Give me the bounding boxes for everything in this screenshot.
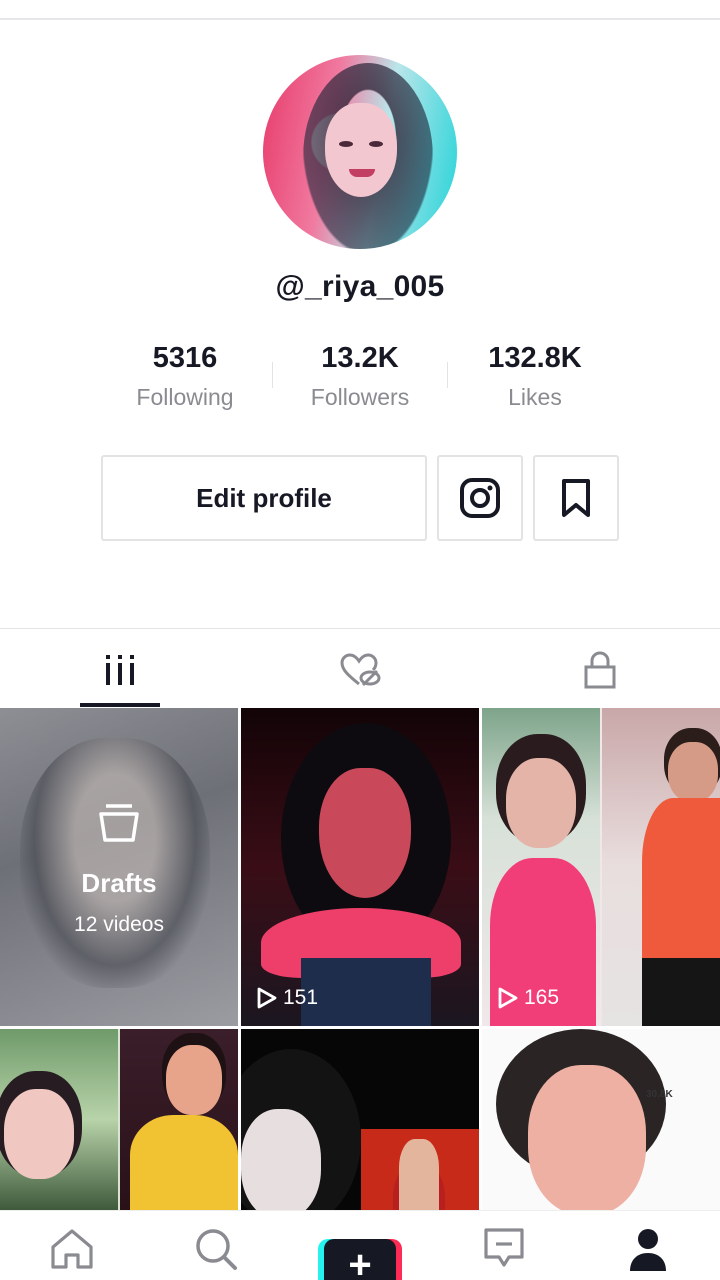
nav-discover[interactable] — [186, 1227, 246, 1277]
video-grid: Drafts 12 videos 151 165 30.8K — [0, 708, 720, 1210]
view-count-text: 151 — [283, 986, 319, 1009]
video-thumbnail[interactable] — [241, 1029, 479, 1210]
likes-label: Likes — [508, 384, 562, 410]
likes-count: 132.8K — [488, 342, 582, 374]
liked-hidden-icon — [340, 653, 381, 687]
followers-count: 13.2K — [321, 342, 399, 374]
bookmark-button[interactable] — [533, 455, 619, 541]
profile-icon — [630, 1229, 666, 1271]
view-count: 151 — [257, 986, 318, 1010]
drafts-thumbnail — [20, 738, 210, 988]
followers-label: Followers — [310, 384, 410, 410]
thumb-overlay-text: 30.8K — [646, 1089, 673, 1100]
stat-divider — [447, 362, 448, 388]
nav-home[interactable] — [42, 1227, 102, 1277]
instagram-icon — [460, 478, 500, 518]
lock-icon — [584, 651, 616, 689]
thumb-face — [506, 758, 576, 848]
inbox-icon — [484, 1228, 524, 1267]
tab-private[interactable] — [480, 640, 720, 700]
video-thumbnail[interactable]: 165 — [482, 708, 720, 1026]
username: @_riya_005 — [275, 270, 445, 303]
thumb-face — [4, 1089, 74, 1179]
thumb-face — [319, 768, 411, 898]
create-button[interactable]: + — [318, 1239, 402, 1280]
thumb-right-panel — [602, 708, 720, 1026]
thumb-face — [241, 1109, 321, 1210]
thumb-right-panel — [120, 1029, 238, 1210]
bottom-nav: + — [0, 1210, 720, 1280]
thumb-shirt — [642, 798, 720, 958]
tab-liked[interactable] — [240, 640, 480, 700]
top-divider — [0, 18, 720, 20]
nav-inbox[interactable] — [474, 1227, 534, 1277]
instagram-button[interactable] — [437, 455, 523, 541]
following-count: 5316 — [152, 342, 218, 374]
avatar-face — [325, 103, 397, 197]
view-count: 165 — [498, 986, 559, 1010]
tab-videos[interactable] — [0, 640, 240, 700]
play-icon — [257, 987, 277, 1009]
avatar[interactable] — [263, 55, 457, 249]
stat-followers[interactable]: 13.2K Followers — [280, 338, 440, 411]
home-icon — [51, 1229, 93, 1269]
thumb-pants — [642, 958, 720, 1026]
thumb-face — [668, 742, 718, 802]
profile-screen: @_riya_005 5316 Following 13.2K Follower… — [0, 0, 720, 1280]
stat-following[interactable]: 5316 Following — [105, 338, 265, 411]
active-tab-indicator — [80, 703, 160, 707]
drafts-count: 12 videos — [74, 913, 164, 936]
video-thumbnail[interactable] — [0, 1029, 238, 1210]
thumb-face — [528, 1065, 646, 1210]
thumb-left-panel — [482, 708, 600, 1026]
play-icon — [498, 987, 518, 1009]
stat-likes[interactable]: 132.8K Likes — [455, 338, 615, 411]
thumb-shirt — [130, 1115, 238, 1210]
thumb-left-panel — [0, 1029, 118, 1210]
create-plus-icon: + — [324, 1239, 396, 1280]
drafts-box-icon — [99, 804, 139, 842]
stat-divider — [272, 362, 273, 388]
drafts-title: Drafts — [81, 868, 157, 898]
following-label: Following — [136, 384, 234, 410]
video-thumbnail[interactable]: 151 — [241, 708, 479, 1026]
thumb-anchor — [399, 1139, 439, 1210]
drafts-tile[interactable]: Drafts 12 videos — [0, 708, 238, 1026]
tabs-divider — [0, 628, 720, 629]
thumb-top — [301, 958, 431, 1026]
video-thumbnail[interactable]: 30.8K — [482, 1029, 720, 1210]
videos-grid-icon — [106, 655, 134, 685]
thumb-face — [166, 1045, 222, 1115]
bookmark-icon — [562, 479, 590, 517]
edit-profile-button[interactable]: Edit profile — [101, 455, 427, 541]
search-icon — [196, 1229, 237, 1270]
nav-profile[interactable] — [618, 1227, 678, 1277]
view-count-text: 165 — [524, 986, 560, 1009]
